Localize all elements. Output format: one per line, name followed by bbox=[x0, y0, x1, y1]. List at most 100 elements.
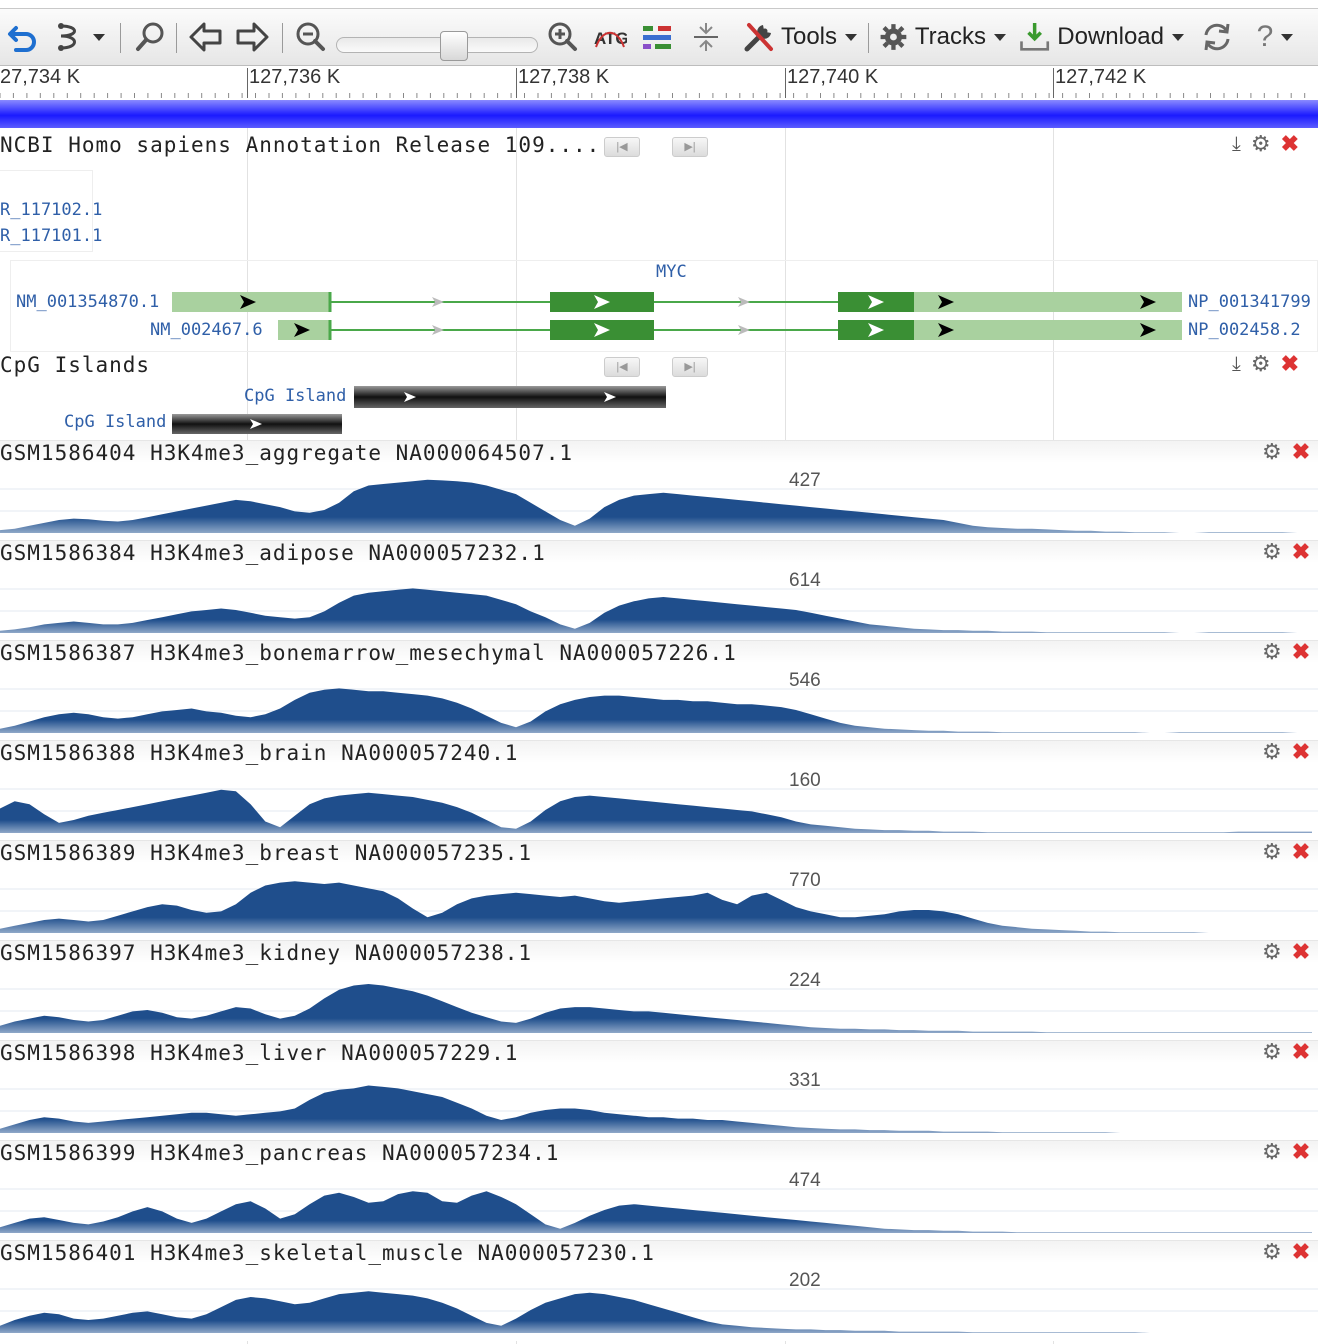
tools-menu-button[interactable]: Tools bbox=[740, 17, 858, 57]
tracks-gear-icon bbox=[880, 24, 907, 50]
transcript-model[interactable] bbox=[278, 320, 1182, 340]
next-feature-button[interactable]: ▶| bbox=[672, 137, 708, 157]
tracks-menu-button[interactable] bbox=[54, 17, 106, 57]
track-title: GSM1586401 H3K4me3_skeletal_muscle NA000… bbox=[0, 1241, 655, 1265]
track-settings-gear-icon[interactable]: ⚙ bbox=[1251, 133, 1271, 155]
track-settings-gear-icon[interactable]: ⚙ bbox=[1262, 1241, 1282, 1263]
track-settings-gear-icon[interactable]: ⚙ bbox=[1262, 741, 1282, 763]
track-close-icon[interactable]: ✖ bbox=[1292, 541, 1310, 563]
track-settings-gear-icon[interactable]: ⚙ bbox=[1262, 841, 1282, 863]
chevron-down-icon bbox=[1172, 33, 1184, 41]
tracks-menu-icon bbox=[58, 23, 76, 51]
track-close-icon[interactable]: ✖ bbox=[1281, 353, 1299, 375]
track-title: GSM1586404 H3K4me3_aggregate NA000064507… bbox=[0, 441, 574, 465]
gene-name[interactable]: MYC bbox=[656, 262, 687, 282]
track-close-icon[interactable]: ✖ bbox=[1292, 641, 1310, 663]
next-feature-button[interactable]: ▶| bbox=[672, 357, 708, 377]
coverage-graph[interactable] bbox=[0, 1065, 1318, 1135]
coverage-area bbox=[0, 1085, 1312, 1133]
coverage-graph[interactable] bbox=[0, 665, 1318, 735]
track-settings-gear-icon[interactable]: ⚙ bbox=[1262, 1041, 1282, 1063]
track-close-icon[interactable]: ✖ bbox=[1292, 841, 1310, 863]
coverage-area bbox=[0, 479, 1312, 533]
ruler-label: 127,738 K bbox=[518, 66, 610, 88]
pan-left-icon[interactable] bbox=[186, 17, 226, 57]
undo-icon[interactable] bbox=[4, 17, 42, 57]
track-settings-gear-icon[interactable]: ⚙ bbox=[1262, 441, 1282, 463]
coverage-graph[interactable] bbox=[0, 465, 1318, 535]
tools-label: Tools bbox=[780, 23, 838, 50]
track-close-icon[interactable]: ✖ bbox=[1292, 941, 1310, 963]
coverage-graph[interactable] bbox=[0, 1165, 1318, 1235]
ruler-label: 127,742 K bbox=[1055, 66, 1147, 88]
track-close-icon[interactable]: ✖ bbox=[1292, 1141, 1310, 1163]
track-settings-gear-icon[interactable]: ⚙ bbox=[1262, 941, 1282, 963]
zoom-in-icon[interactable] bbox=[544, 17, 580, 57]
graph-track: GSM1586384 H3K4me3_adipose NA000057232.1… bbox=[0, 540, 1318, 641]
chevron-down-icon bbox=[994, 33, 1006, 41]
feature-label[interactable]: R_117101.1 bbox=[0, 226, 102, 246]
help-icon: ? bbox=[1256, 20, 1274, 53]
graph-track: GSM1586404 H3K4me3_aggregate NA000064507… bbox=[0, 440, 1318, 541]
zoom-out-icon[interactable] bbox=[292, 17, 328, 57]
tracks-menu-button-2[interactable]: Tracks bbox=[878, 17, 1006, 57]
color-key-icon[interactable] bbox=[638, 17, 676, 57]
graph-track: GSM1586399 H3K4me3_pancreas NA000057234.… bbox=[0, 1140, 1318, 1241]
track-title: GSM1586399 H3K4me3_pancreas NA000057234.… bbox=[0, 1141, 560, 1165]
coverage-graph[interactable] bbox=[0, 965, 1318, 1035]
track-title: GSM1586389 H3K4me3_breast NA000057235.1 bbox=[0, 841, 533, 865]
track-settings-gear-icon[interactable]: ⚙ bbox=[1262, 541, 1282, 563]
coverage-graph[interactable] bbox=[0, 1265, 1318, 1335]
track-close-icon[interactable]: ✖ bbox=[1292, 741, 1310, 763]
coverage-graph[interactable] bbox=[0, 865, 1318, 935]
ruler-label: 27,734 K bbox=[0, 66, 81, 88]
chevron-down-icon bbox=[845, 33, 858, 41]
cpg-island-feature[interactable] bbox=[354, 386, 666, 408]
zoom-slider[interactable] bbox=[336, 37, 538, 53]
graph-track: GSM1586398 H3K4me3_liver NA000057229.1 ⚙ ✖… bbox=[0, 1040, 1318, 1141]
download-menu-button[interactable]: Download bbox=[1018, 17, 1184, 57]
track-title: GSM1586398 H3K4me3_liver NA000057229.1 bbox=[0, 1041, 519, 1065]
track-close-icon[interactable]: ✖ bbox=[1281, 133, 1299, 155]
track-title: NCBI Homo sapiens Annotation Release 109… bbox=[0, 133, 601, 157]
coverage-area bbox=[0, 1191, 1312, 1233]
track-close-icon[interactable]: ✖ bbox=[1292, 1241, 1310, 1263]
transcript-model[interactable] bbox=[172, 292, 1182, 312]
sequence-view-icon[interactable]: ATG bbox=[592, 17, 628, 57]
help-menu-button[interactable]: ? bbox=[1246, 17, 1304, 57]
track-close-icon[interactable]: ✖ bbox=[1292, 1041, 1310, 1063]
track-download-icon[interactable]: ⤓ bbox=[1232, 354, 1241, 374]
track-title: GSM1586388 H3K4me3_brain NA000057240.1 bbox=[0, 741, 519, 765]
ruler-label: 127,736 K bbox=[249, 66, 341, 88]
cpg-island-feature[interactable] bbox=[172, 414, 342, 434]
toolbar: ATG Tools Tracks Download ? bbox=[0, 8, 1318, 66]
transcript-models[interactable] bbox=[0, 286, 1318, 346]
coverage-graph[interactable] bbox=[0, 765, 1318, 835]
graph-track: GSM1586389 H3K4me3_breast NA000057235.1 ⚙… bbox=[0, 840, 1318, 941]
track-settings-gear-icon[interactable]: ⚙ bbox=[1262, 641, 1282, 663]
track-close-icon[interactable]: ✖ bbox=[1292, 441, 1310, 463]
sequence-overview-bar[interactable] bbox=[0, 100, 1318, 128]
graph-track: GSM1586387 H3K4me3_bonemarrow_mesechymal… bbox=[0, 640, 1318, 741]
pan-right-icon[interactable] bbox=[232, 17, 272, 57]
download-icon bbox=[1020, 22, 1050, 51]
track-title: GSM1586387 H3K4me3_bonemarrow_mesechymal… bbox=[0, 641, 737, 665]
cpg-island-features[interactable] bbox=[0, 384, 1318, 436]
prev-feature-button[interactable]: |◀ bbox=[604, 137, 640, 157]
track-settings-gear-icon[interactable]: ⚙ bbox=[1262, 1141, 1282, 1163]
collapse-icon[interactable] bbox=[688, 17, 724, 57]
graph-track: GSM1586388 H3K4me3_brain NA000057240.1 ⚙ ✖… bbox=[0, 740, 1318, 841]
reload-icon[interactable] bbox=[1198, 17, 1236, 57]
chevron-down-icon bbox=[1281, 33, 1294, 41]
download-label: Download bbox=[1057, 23, 1164, 50]
track-title: CpG Islands bbox=[0, 353, 151, 377]
track-title: GSM1586397 H3K4me3_kidney NA000057238.1 bbox=[0, 941, 533, 965]
find-icon[interactable] bbox=[132, 17, 168, 57]
track-download-icon[interactable]: ⤓ bbox=[1232, 134, 1241, 154]
track-settings-gear-icon[interactable]: ⚙ bbox=[1251, 353, 1271, 375]
coverage-graph[interactable] bbox=[0, 565, 1318, 635]
feature-label[interactable]: R_117102.1 bbox=[0, 200, 102, 220]
zoom-slider-thumb[interactable] bbox=[440, 31, 468, 61]
prev-feature-button[interactable]: |◀ bbox=[604, 357, 640, 377]
chevron-down-icon bbox=[93, 33, 105, 41]
